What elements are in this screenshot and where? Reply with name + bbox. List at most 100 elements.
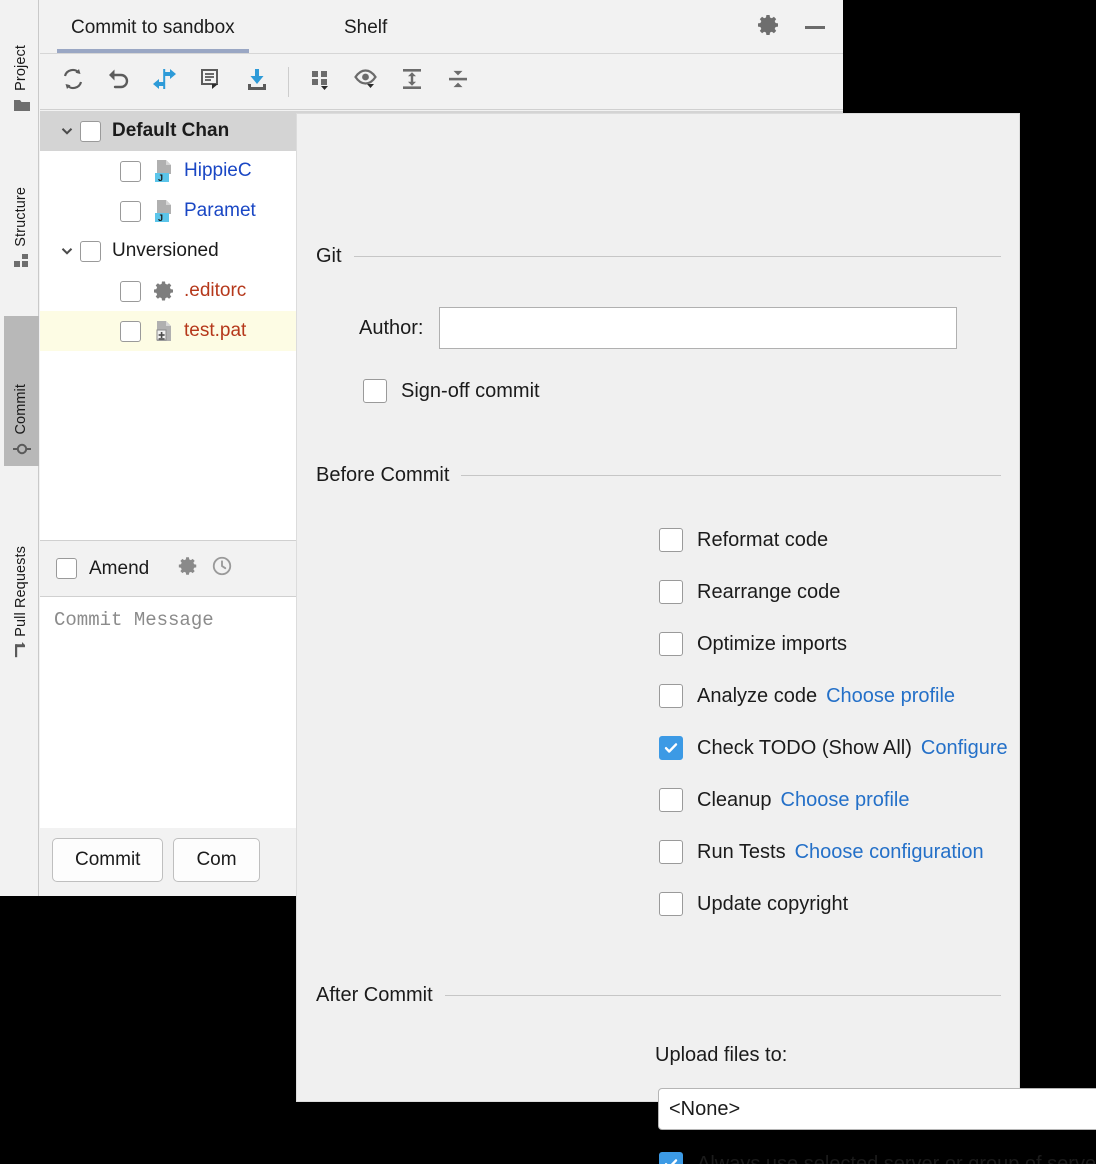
sidebar-item-project[interactable]: Project <box>4 6 39 122</box>
java-file-icon: J <box>152 199 176 223</box>
tab-shelf[interactable]: Shelf <box>330 2 401 53</box>
section-title: Git <box>316 245 342 267</box>
group-by-icon <box>307 66 333 97</box>
file-name: HippieC <box>184 160 252 181</box>
file-name: Paramet <box>184 200 256 221</box>
refresh-icon <box>60 66 86 97</box>
pull-request-icon <box>13 642 31 660</box>
preview-diff-button[interactable] <box>343 60 389 104</box>
reformat-code-checkbox[interactable]: Reformat code <box>659 528 828 552</box>
folder-icon <box>13 96 31 114</box>
checkbox-label: Rearrange code <box>697 580 841 603</box>
always-use-selected-server-checkbox[interactable]: Always use selected server or group of s… <box>659 1152 1096 1164</box>
changelist-name: Default Chan <box>112 120 230 141</box>
rearrange-code-checkbox[interactable]: Rearrange code <box>659 580 840 604</box>
chevron-down-icon[interactable] <box>54 231 80 271</box>
upload-server-select[interactable]: <None> <box>658 1088 1096 1130</box>
rollback-icon <box>106 66 132 97</box>
svg-text:J: J <box>158 213 163 223</box>
upload-server-value: <None> <box>669 1097 741 1120</box>
row-checkbox[interactable] <box>120 200 141 222</box>
checkbox-box[interactable] <box>659 528 683 552</box>
checkbox-box[interactable] <box>659 736 683 760</box>
checkbox-box[interactable] <box>659 632 683 656</box>
commit-options-gear-button[interactable] <box>171 552 205 586</box>
check-todo-checkbox[interactable]: Check TODO (Show All) Configure <box>659 736 1008 760</box>
tool-window-sidebar: Project Structure Commit Pull Requests <box>4 0 39 896</box>
edit-commit-message-button[interactable] <box>188 60 234 104</box>
commit-options-dialog: Git Author: Sign-off commit Before Commi… <box>297 114 1096 1164</box>
tab-label: Shelf <box>344 16 388 38</box>
row-checkbox[interactable] <box>80 240 101 262</box>
section-header-git: Git <box>316 245 1001 268</box>
commit-toolbar <box>40 54 843 110</box>
update-copyright-checkbox[interactable]: Update copyright <box>659 892 848 916</box>
tab-commit-to-sandbox[interactable]: Commit to sandbox <box>57 2 249 53</box>
collapse-all-button[interactable] <box>435 60 481 104</box>
row-checkbox[interactable] <box>120 280 141 302</box>
checkbox-label: Check TODO (Show All) <box>697 736 912 759</box>
signoff-commit-checkbox[interactable]: Sign-off commit <box>363 379 540 403</box>
checkbox-box[interactable] <box>659 580 683 604</box>
group-by-button[interactable] <box>297 60 343 104</box>
svg-text:J: J <box>158 173 163 183</box>
row-checkbox[interactable] <box>120 160 141 182</box>
checkbox-box[interactable] <box>363 379 387 403</box>
commit-and-push-button[interactable]: Com <box>173 838 260 882</box>
commit-message-history-button[interactable] <box>205 552 239 586</box>
edit-message-icon <box>198 66 224 97</box>
cleanup-choose-profile-link[interactable]: Choose profile <box>781 789 910 812</box>
checkbox-box[interactable] <box>659 1152 683 1164</box>
commit-button[interactable]: Commit <box>52 838 164 882</box>
upload-files-label: Upload files to: <box>655 1044 788 1066</box>
amend-checkbox[interactable] <box>56 558 77 579</box>
row-checkbox[interactable] <box>120 320 141 342</box>
author-input[interactable] <box>439 307 958 349</box>
checkbox-label: Reformat code <box>697 528 829 551</box>
checkbox-label: Cleanup <box>697 788 772 811</box>
section-divider <box>461 475 1001 476</box>
analyze-code-checkbox[interactable]: Analyze code Choose profile <box>659 684 955 708</box>
checkbox-label: Optimize imports <box>697 632 848 655</box>
settings-gear-button[interactable] <box>755 13 783 41</box>
preview-diff-icon <box>353 66 379 97</box>
configure-todo-link[interactable]: Configure <box>921 737 1008 760</box>
shelve-changes-button[interactable] <box>234 60 280 104</box>
chevron-down-icon[interactable] <box>54 111 80 151</box>
tool-window-tabstrip: Commit to sandbox Shelf <box>40 2 843 54</box>
file-name: test.pat <box>184 320 247 341</box>
author-row: Author: <box>359 307 958 349</box>
gear-file-icon <box>152 279 176 303</box>
show-diff-button[interactable] <box>142 60 188 104</box>
checkbox-box[interactable] <box>659 684 683 708</box>
choose-configuration-link[interactable]: Choose configuration <box>795 841 984 864</box>
sidebar-item-label: Structure <box>13 187 30 247</box>
gear-icon <box>757 13 781 42</box>
minimize-icon <box>805 25 825 29</box>
section-divider <box>353 256 1001 257</box>
cleanup-checkbox[interactable]: Cleanup Choose profile <box>659 788 909 812</box>
shelve-icon <box>244 66 270 97</box>
changelist-name: Unversioned <box>112 240 219 261</box>
checkbox-box[interactable] <box>659 788 683 812</box>
sidebar-item-commit[interactable]: Commit <box>4 316 39 466</box>
sidebar-item-structure[interactable]: Structure <box>4 128 39 278</box>
file-name: .editorc <box>184 280 247 301</box>
expand-all-button[interactable] <box>389 60 435 104</box>
row-checkbox[interactable] <box>80 120 101 142</box>
rollback-button[interactable] <box>96 60 142 104</box>
show-diff-icon <box>152 66 178 97</box>
optimize-imports-checkbox[interactable]: Optimize imports <box>659 632 847 656</box>
checkbox-label: Run Tests <box>697 840 786 863</box>
run-tests-checkbox[interactable]: Run Tests Choose configuration <box>659 840 984 864</box>
sidebar-item-pull-requests[interactable]: Pull Requests <box>4 478 39 668</box>
choose-profile-link[interactable]: Choose profile <box>826 685 955 708</box>
minimize-button[interactable] <box>801 13 829 41</box>
gear-icon <box>177 555 199 582</box>
structure-icon <box>13 252 31 270</box>
refresh-button[interactable] <box>50 60 96 104</box>
collapse-all-icon <box>445 66 471 97</box>
checkbox-box[interactable] <box>659 892 683 916</box>
checkbox-box[interactable] <box>659 840 683 864</box>
screen-root: Project Structure Commit Pull Requests C… <box>0 0 1096 1164</box>
